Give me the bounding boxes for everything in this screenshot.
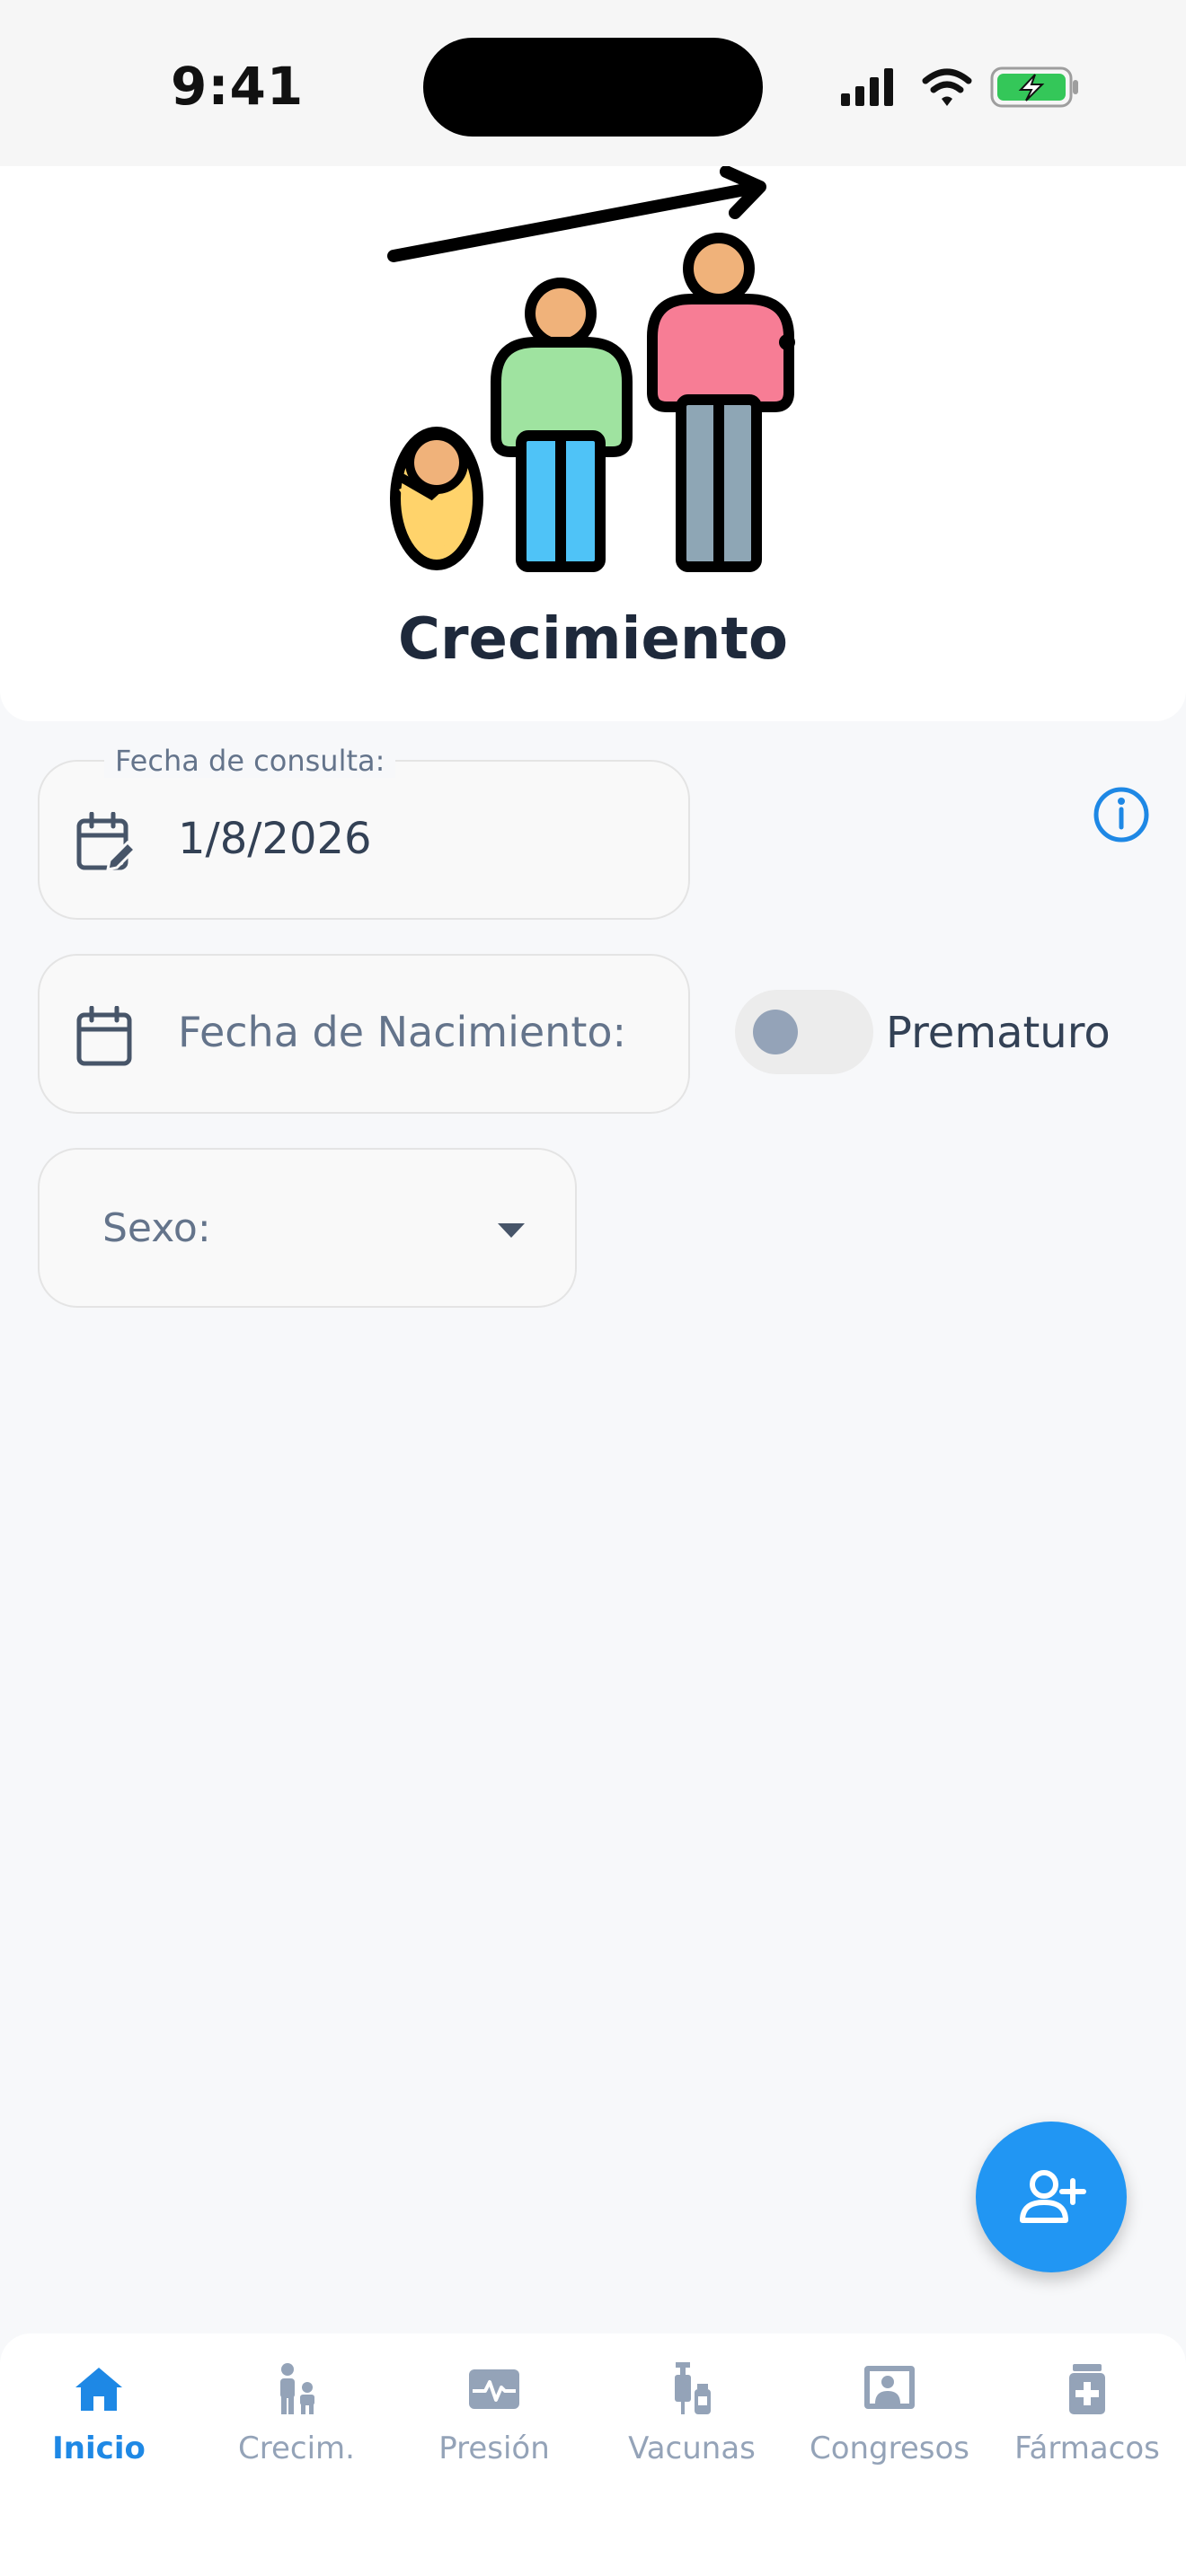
add-person-icon: [1020, 2170, 1086, 2223]
nav-label-presion: Presión: [438, 2430, 550, 2466]
sexo-select[interactable]: Sexo:: [38, 1148, 577, 1308]
bottom-nav: Inicio Crecim. Presión Vacunas Congresos…: [0, 2333, 1186, 2576]
header-card: Crecimiento: [0, 166, 1186, 842]
add-patient-button[interactable]: [976, 2122, 1127, 2272]
status-icons: [841, 66, 1078, 108]
info-icon[interactable]: [1091, 784, 1152, 845]
screen: 9:41 Crecimiento Fecha de consulta: 1/8/…: [0, 0, 1186, 2576]
status-bar: 9:41: [0, 0, 1186, 166]
consulta-date-label: Fecha de consulta:: [104, 744, 396, 778]
wifi-icon: [922, 68, 972, 106]
sexo-label: Sexo:: [102, 1205, 211, 1251]
heart-monitor-icon: [469, 2369, 519, 2409]
consulta-date-field[interactable]: Fecha de consulta: 1/8/2026: [38, 744, 690, 920]
nav-item-presion[interactable]: Presión: [395, 2360, 593, 2486]
medicine-icon: [1069, 2364, 1105, 2414]
page-title: Crecimiento: [398, 606, 788, 673]
calendar-icon: [76, 1006, 132, 1066]
status-time: 9:41: [171, 56, 305, 117]
prematuro-toggle[interactable]: [735, 990, 873, 1074]
signal-icon: [841, 68, 893, 106]
nav-item-farmacos[interactable]: Fármacos: [988, 2360, 1186, 2486]
battery-charging-icon: [990, 66, 1078, 108]
child-growth-icon: [280, 2363, 314, 2414]
dropdown-arrow-icon: [498, 1223, 525, 1238]
nav-label-farmacos: Fármacos: [1014, 2430, 1160, 2466]
home-icon: [75, 2368, 122, 2411]
birth-date-field[interactable]: Fecha de Nacimiento:: [38, 954, 690, 1114]
dynamic-island: [423, 38, 763, 137]
nav-label-crecim: Crecim.: [238, 2430, 355, 2466]
presentation-icon: [864, 2366, 915, 2409]
vaccine-icon: [675, 2362, 711, 2414]
prematuro-label: Prematuro: [886, 1008, 1111, 1058]
nav-label-vacunas: Vacunas: [628, 2430, 756, 2466]
birth-date-placeholder: Fecha de Nacimiento:: [178, 1008, 627, 1056]
consulta-date-value: 1/8/2026: [178, 814, 372, 864]
nav-item-crecim[interactable]: Crecim.: [198, 2360, 395, 2486]
nav-label-inicio: Inicio: [52, 2430, 146, 2466]
nav-item-vacunas[interactable]: Vacunas: [593, 2360, 791, 2486]
calendar-edit-icon: [76, 812, 135, 871]
nav-label-congresos: Congresos: [809, 2430, 970, 2466]
toggle-knob: [753, 1010, 798, 1054]
nav-item-congresos[interactable]: Congresos: [791, 2360, 988, 2486]
growth-family-illustration: [387, 166, 795, 572]
nav-item-inicio[interactable]: Inicio: [0, 2360, 198, 2486]
